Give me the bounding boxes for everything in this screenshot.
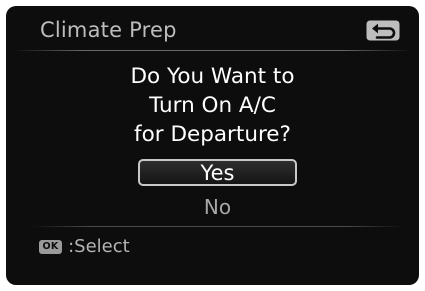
return-arrow-icon — [366, 20, 400, 41]
climate-prep-screen: Climate Prep Do You Want to Turn On A/C … — [6, 6, 419, 285]
yes-option[interactable]: Yes — [138, 159, 297, 186]
question-line-2: Turn On A/C — [149, 93, 276, 118]
back-button[interactable] — [366, 20, 400, 41]
ok-button-icon: OK — [39, 239, 62, 254]
yes-label: Yes — [200, 161, 235, 185]
question-text: Do You Want to Turn On A/C for Departure… — [6, 62, 419, 149]
no-label: No — [203, 195, 232, 219]
footer-divider — [32, 226, 403, 227]
header-divider — [12, 50, 413, 51]
select-hint: OK :Select — [39, 236, 130, 260]
screen-title: Climate Prep — [40, 18, 177, 42]
no-option[interactable]: No — [138, 195, 297, 222]
header-bar: Climate Prep — [6, 6, 419, 52]
question-line-1: Do You Want to — [130, 64, 295, 89]
select-hint-label: :Select — [68, 236, 130, 257]
question-line-3: for Departure? — [134, 122, 291, 147]
